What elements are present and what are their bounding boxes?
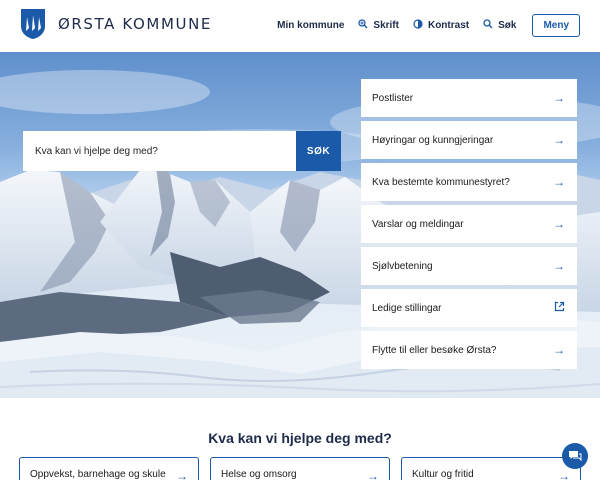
nav-font-size[interactable]: Skrift	[358, 19, 399, 32]
search-button[interactable]: SØK	[296, 131, 341, 171]
external-link-icon	[554, 301, 565, 315]
quick-link-sjolvbetening[interactable]: Sjølvbetening →	[361, 247, 577, 285]
arrow-right-icon: →	[558, 469, 570, 480]
arrow-right-icon: →	[176, 469, 188, 480]
zoom-icon	[358, 19, 368, 32]
search-input[interactable]	[23, 131, 296, 171]
quick-link-label: Sjølvbetening	[372, 260, 433, 272]
help-section-title: Kva kan vi hjelpe deg med?	[208, 430, 392, 446]
nav-label: Søk	[498, 20, 517, 31]
chat-button[interactable]	[562, 443, 588, 469]
nav-label: Skrift	[373, 20, 399, 31]
arrow-right-icon: →	[553, 217, 565, 231]
search-icon	[483, 19, 493, 32]
card-label: Kultur og fritid	[412, 469, 474, 480]
search-box: SØK	[23, 131, 341, 171]
quick-link-stillingar[interactable]: Ledige stillingar	[361, 289, 577, 327]
card-oppvekst[interactable]: Oppvekst, barnehage og skule →	[19, 457, 199, 480]
card-helse[interactable]: Helse og omsorg →	[210, 457, 390, 480]
site-header: ØRSTA KOMMUNE Min kommune Skrift Kontras…	[0, 0, 600, 52]
quick-link-label: Varslar og meldingar	[372, 218, 464, 230]
quick-links: Postlister → Høyringar og kunngjeringar …	[361, 79, 577, 373]
quick-link-label: Høyringar og kunngjeringar	[372, 134, 494, 146]
quick-link-label: Postlister	[372, 92, 414, 104]
arrow-right-icon: →	[553, 91, 565, 105]
site-name: ØRSTA KOMMUNE	[58, 15, 212, 33]
arrow-right-icon: →	[553, 343, 565, 357]
arrow-right-icon: →	[553, 175, 565, 189]
quick-link-flytte[interactable]: Flytte til eller besøke Ørsta? →	[361, 331, 577, 369]
site-logo[interactable]: ØRSTA KOMMUNE	[20, 8, 212, 40]
quick-link-label: Ledige stillingar	[372, 302, 442, 314]
nav-contrast[interactable]: Kontrast	[413, 19, 469, 32]
quick-link-label: Kva bestemte kommunestyret?	[372, 176, 510, 188]
coat-of-arms-icon	[21, 9, 45, 39]
top-nav: Min kommune Skrift Kontrast Søk Meny	[263, 14, 580, 37]
arrow-right-icon: →	[553, 259, 565, 273]
menu-button[interactable]: Meny	[532, 14, 580, 37]
quick-link-hoyringar[interactable]: Høyringar og kunngjeringar →	[361, 121, 577, 159]
arrow-right-icon: →	[553, 133, 565, 147]
card-kultur[interactable]: Kultur og fritid →	[401, 457, 581, 480]
card-label: Helse og omsorg	[221, 469, 297, 480]
nav-label: Kontrast	[427, 20, 470, 31]
quick-link-label: Flytte til eller besøke Ørsta?	[372, 344, 497, 356]
nav-search[interactable]: Søk	[483, 19, 516, 32]
arrow-right-icon: →	[367, 469, 379, 480]
quick-link-varslar[interactable]: Varslar og meldingar →	[361, 205, 577, 243]
quick-link-postlister[interactable]: Postlister →	[361, 79, 577, 117]
contrast-icon	[413, 19, 423, 32]
chat-bubble-icon	[569, 451, 582, 462]
nav-min-kommune[interactable]: Min kommune	[277, 20, 344, 31]
card-label: Oppvekst, barnehage og skule	[30, 469, 166, 480]
nav-label: Min kommune	[277, 20, 345, 31]
quick-link-kommunestyret[interactable]: Kva bestemte kommunestyret? →	[361, 163, 577, 201]
help-cards: Oppvekst, barnehage og skule → Helse og …	[19, 457, 592, 480]
